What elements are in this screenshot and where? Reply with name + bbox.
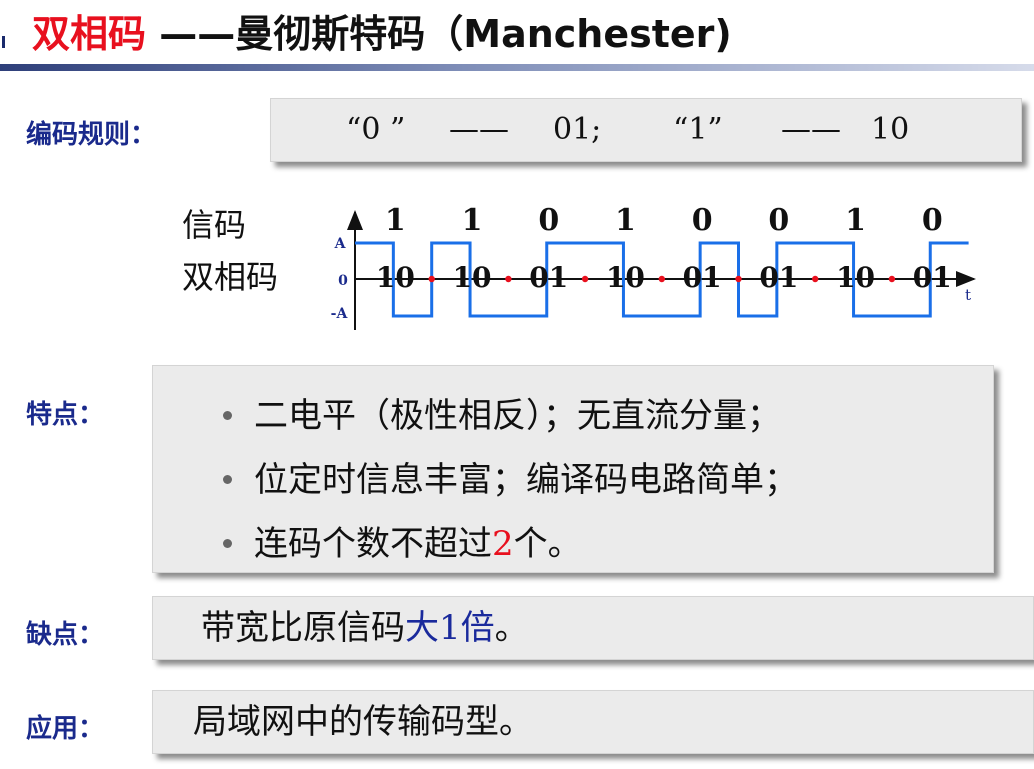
bit-label: 0 xyxy=(768,203,789,238)
bit-label: 0 xyxy=(538,203,559,238)
application-label: 应用： xyxy=(26,714,105,744)
features-label: 特点： xyxy=(26,400,105,430)
bandwidth-highlight: 大1倍 xyxy=(405,608,495,648)
feature-item-1: 二电平（极性相反）；无直流分量； xyxy=(223,384,798,448)
bullet-icon xyxy=(223,538,232,548)
code-label: 10 xyxy=(453,261,492,294)
application-text: 局域网中的传输码型。 xyxy=(193,702,533,742)
code-label: 01 xyxy=(529,261,568,294)
feature-item-3: 连码个数不超过2个。 xyxy=(223,512,798,576)
bit-boundary-dot xyxy=(658,275,665,283)
code-label: 01 xyxy=(913,261,952,294)
bullet-icon xyxy=(223,474,232,484)
bit-boundary-dot xyxy=(428,275,435,283)
max-run-number: 2 xyxy=(492,524,514,564)
axis-label-t: t xyxy=(965,286,971,304)
application-box: 局域网中的传输码型。 xyxy=(152,690,1034,754)
axis-label-neg-a: -A xyxy=(331,306,349,322)
drawback-label: 缺点： xyxy=(26,620,105,650)
features-box: 二电平（极性相反）；无直流分量； 位定时信息丰富；编译码电路简单； 连码个数不超… xyxy=(152,365,994,573)
code-label: 10 xyxy=(836,261,875,294)
bit-label: 0 xyxy=(692,203,713,238)
bit-label: 1 xyxy=(385,203,406,238)
drawback-text: 带宽比原信码大1倍。 xyxy=(201,608,529,648)
features-list: 二电平（极性相反）；无直流分量； 位定时信息丰富；编译码电路简单； 连码个数不超… xyxy=(223,384,798,576)
drawback-box: 带宽比原信码大1倍。 xyxy=(152,596,1034,660)
axis-label-zero: 0 xyxy=(338,273,348,289)
bit-boundary-dot xyxy=(888,275,896,283)
code-label: 01 xyxy=(759,261,798,294)
bit-boundary-dot xyxy=(812,275,819,283)
code-label: 01 xyxy=(683,261,722,294)
bit-boundary-dot xyxy=(505,275,512,283)
code-label: 10 xyxy=(376,261,415,294)
bit-boundary-dot xyxy=(581,275,589,283)
bit-label: 1 xyxy=(845,203,866,238)
bit-label: 1 xyxy=(615,203,636,238)
bit-label: 0 xyxy=(922,203,943,238)
bullet-icon xyxy=(223,410,232,420)
axis-label-a: A xyxy=(334,236,347,252)
feature-item-2: 位定时信息丰富；编译码电路简单； xyxy=(223,448,798,512)
code-label: 10 xyxy=(606,261,645,294)
bit-label: 1 xyxy=(462,203,483,238)
bit-boundary-dot xyxy=(735,275,742,283)
